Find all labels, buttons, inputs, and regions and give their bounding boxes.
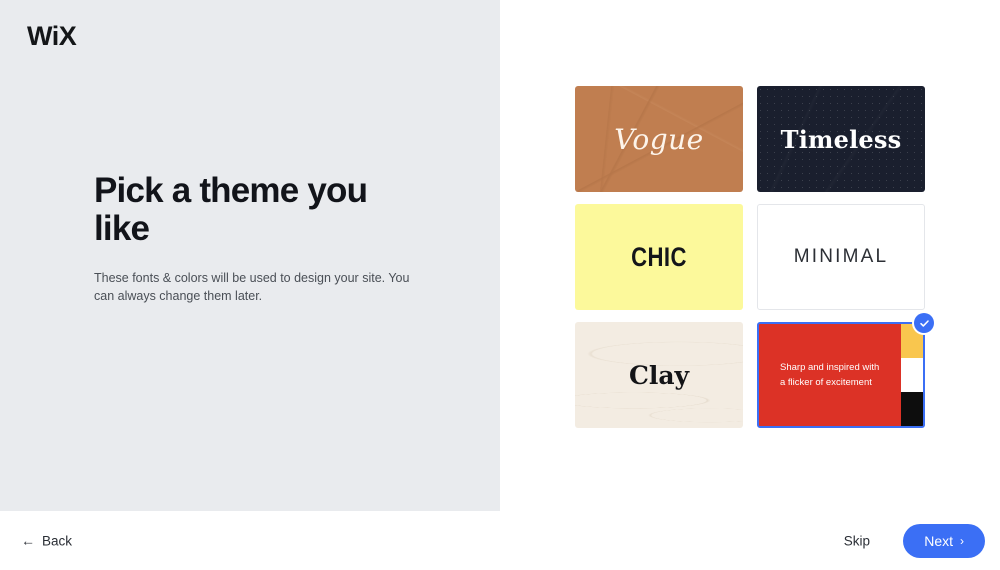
theme-label-vogue: Vogue: [614, 122, 704, 156]
wix-logo[interactable]: WiX: [27, 21, 77, 52]
swatch-white: [901, 357, 923, 393]
theme-card-sharp-body: Sharp and inspired with a flicker of exc…: [759, 324, 901, 426]
theme-card-chic-surface: CHIC: [575, 204, 743, 310]
theme-card-clay-surface: Clay: [575, 322, 743, 428]
theme-label-sharp-line1: Sharp and inspired with: [780, 362, 880, 373]
back-button-label: Back: [42, 533, 73, 548]
right-panel: Vogue Timeless CHIC MINIMAL Clay Sharp a…: [500, 0, 1000, 511]
theme-picker-screen: WiX Pick a theme you like These fonts & …: [0, 0, 1000, 570]
swatch-black: [901, 392, 923, 426]
theme-card-vogue[interactable]: Vogue: [575, 86, 743, 192]
theme-label-minimal: MINIMAL: [793, 246, 889, 267]
theme-label-sharp: Sharp and inspired with a flicker of exc…: [780, 360, 879, 390]
theme-card-timeless[interactable]: Timeless: [757, 86, 925, 192]
theme-label-clay: Clay: [628, 360, 690, 390]
theme-card-minimal[interactable]: MINIMAL: [757, 204, 925, 310]
theme-card-minimal-surface: MINIMAL: [757, 204, 925, 310]
chevron-right-icon: ›: [960, 533, 964, 548]
color-swatch-strip: [901, 324, 923, 426]
theme-card-timeless-surface: Timeless: [757, 86, 925, 192]
theme-label-timeless: Timeless: [780, 124, 902, 154]
theme-label-sharp-line2: a flicker of excitement: [780, 377, 872, 388]
theme-card-chic[interactable]: CHIC: [575, 204, 743, 310]
theme-card-vogue-surface: Vogue: [575, 86, 743, 192]
left-panel: WiX Pick a theme you like These fonts & …: [0, 0, 500, 511]
theme-card-sharp-surface: Sharp and inspired with a flicker of exc…: [757, 322, 925, 428]
next-button-label: Next: [924, 532, 953, 549]
footer-bar: ← Back Skip Next ›: [0, 511, 1000, 570]
arrow-left-icon: ←: [21, 532, 35, 549]
next-button[interactable]: Next ›: [903, 523, 985, 558]
theme-card-sharp[interactable]: Sharp and inspired with a flicker of exc…: [757, 313, 934, 428]
back-button[interactable]: ← Back: [13, 527, 80, 554]
headline-block: Pick a theme you like These fonts & colo…: [94, 172, 424, 305]
skip-button[interactable]: Skip: [836, 527, 878, 554]
selected-check-icon: [914, 313, 934, 333]
page-subtext: These fonts & colors will be used to des…: [94, 271, 410, 303]
theme-grid: Vogue Timeless CHIC MINIMAL Clay Sharp a…: [575, 86, 934, 428]
theme-label-chic: CHIC: [631, 241, 687, 272]
page-title: Pick a theme you like: [94, 171, 368, 248]
theme-card-clay[interactable]: Clay: [575, 322, 743, 428]
